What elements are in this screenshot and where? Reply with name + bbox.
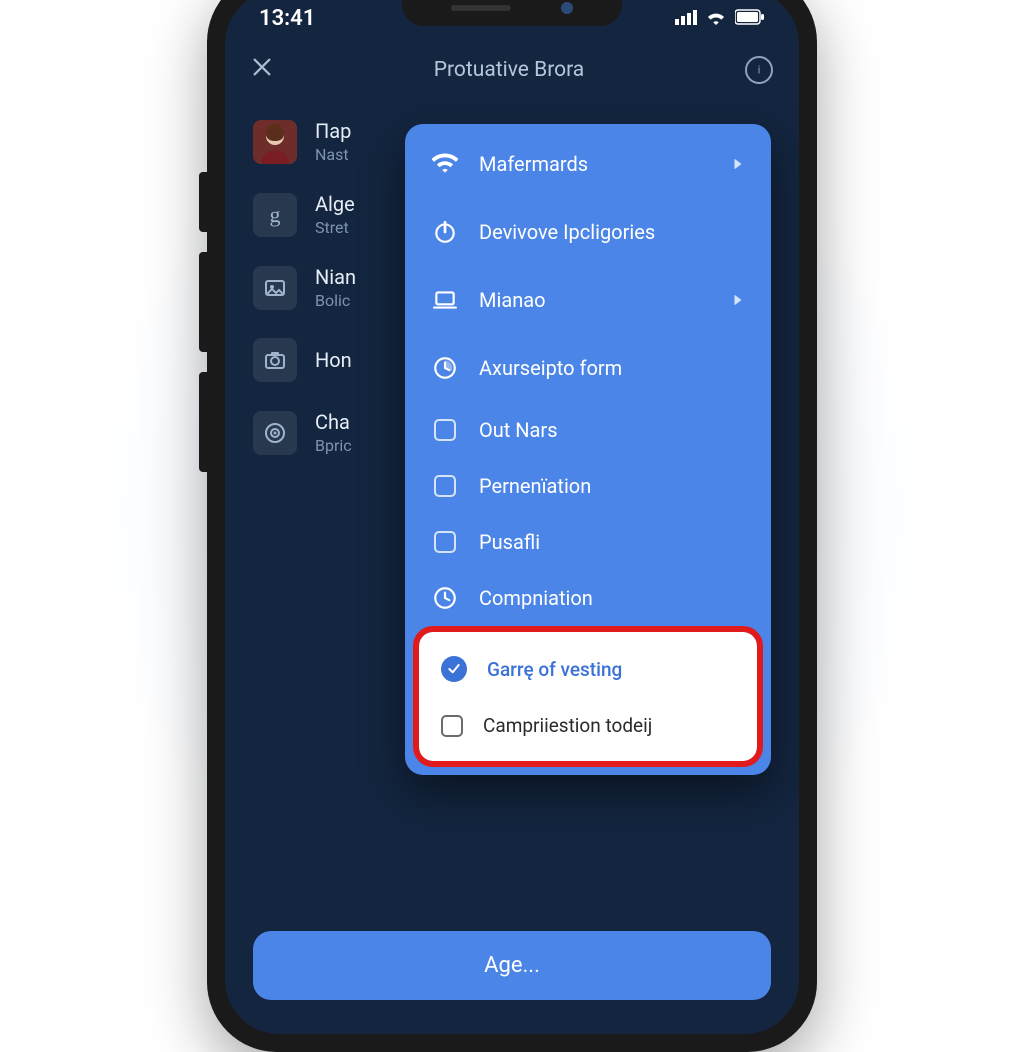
list-item-subtitle: Bpric bbox=[315, 436, 352, 455]
laptop-icon bbox=[431, 286, 459, 314]
menu-item-devivove[interactable]: Devivove Ipcligories bbox=[405, 198, 771, 266]
menu-item-pusafli[interactable]: Pusafli bbox=[405, 514, 771, 570]
power-icon bbox=[431, 218, 459, 246]
signal-icon bbox=[675, 6, 697, 31]
menu-item-label: Pernenïation bbox=[479, 474, 745, 498]
menu-item-label: Mianao bbox=[479, 288, 711, 312]
menu-item-mianao[interactable]: Mianao bbox=[405, 266, 771, 334]
option-garre-of-vesting[interactable]: Garrę of vesting bbox=[419, 640, 757, 698]
wifi-icon bbox=[431, 150, 459, 178]
menu-item-label: Out Nars bbox=[479, 418, 745, 442]
menu-item-compniation[interactable]: Compniation bbox=[405, 570, 771, 626]
close-button[interactable] bbox=[251, 55, 273, 85]
menu-item-axurseipto[interactable]: Axurseipto form bbox=[405, 334, 771, 402]
menu-item-out-nars[interactable]: Out Nars bbox=[405, 402, 771, 458]
google-icon: g bbox=[253, 193, 297, 237]
svg-text:i: i bbox=[758, 63, 761, 76]
clock-partial-icon bbox=[431, 354, 459, 382]
highlighted-section: Garrę of vesting Campriiestion todeij bbox=[419, 632, 757, 761]
checkbox-icon bbox=[431, 528, 459, 556]
battery-icon bbox=[735, 6, 765, 31]
notch bbox=[402, 0, 622, 26]
menu-item-mafermards[interactable]: Mafermards bbox=[405, 130, 771, 198]
info-button[interactable]: i bbox=[745, 56, 773, 84]
list-item-subtitle: Stret bbox=[315, 218, 355, 237]
menu-item-label: Pusafli bbox=[479, 530, 745, 554]
list-item-title: Hon bbox=[315, 348, 352, 372]
menu-item-label: Mafermards bbox=[479, 152, 711, 176]
list-item-title: Nian bbox=[315, 265, 356, 289]
camera-icon bbox=[253, 338, 297, 382]
dropdown-menu: Mafermards Devivove Ipcligories Mianao bbox=[405, 124, 771, 775]
menu-item-label: Compniation bbox=[479, 586, 745, 610]
footer-action-button[interactable]: Age... bbox=[253, 931, 771, 1000]
menu-item-label: Axurseipto form bbox=[479, 356, 745, 380]
list-item-title: Cha bbox=[315, 410, 352, 434]
image-icon bbox=[253, 266, 297, 310]
list-item-subtitle: Bolic bbox=[315, 291, 356, 310]
option-campriestion[interactable]: Campriiestion todeij bbox=[419, 698, 757, 753]
footer-button-label: Age... bbox=[484, 953, 540, 978]
list-item-title: Пар bbox=[315, 119, 351, 143]
page-title: Protuative Brora bbox=[434, 58, 584, 82]
status-time: 13:41 bbox=[259, 6, 315, 31]
avatar bbox=[253, 120, 297, 164]
chevron-right-icon bbox=[731, 152, 745, 176]
wifi-status-icon bbox=[705, 6, 727, 31]
menu-item-perneniation[interactable]: Pernenïation bbox=[405, 458, 771, 514]
page-header: Protuative Brora i bbox=[225, 37, 799, 105]
screen: 13:41 Protuative Brora i bbox=[225, 0, 799, 1034]
target-icon bbox=[253, 411, 297, 455]
list-item-title: Alge bbox=[315, 192, 355, 216]
checkbox-icon bbox=[431, 472, 459, 500]
check-circle-icon bbox=[441, 656, 467, 682]
option-label: Campriiestion todeij bbox=[483, 714, 652, 737]
phone-frame: 13:41 Protuative Brora i bbox=[207, 0, 817, 1052]
chevron-right-icon bbox=[731, 288, 745, 312]
list-item-subtitle: Nast bbox=[315, 145, 351, 164]
option-label: Garrę of vesting bbox=[487, 658, 622, 681]
menu-item-label: Devivove Ipcligories bbox=[479, 220, 745, 244]
checkbox-icon bbox=[431, 416, 459, 444]
clock-icon bbox=[431, 584, 459, 612]
checkbox-icon bbox=[441, 715, 463, 737]
